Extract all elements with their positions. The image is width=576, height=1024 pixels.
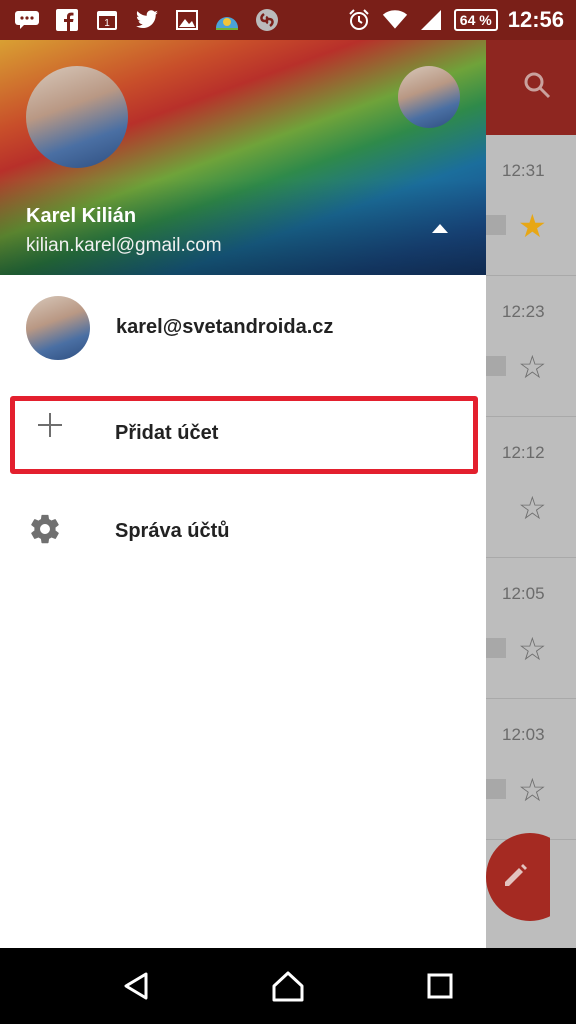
gear-icon: [28, 512, 62, 555]
email-time: 12:23: [502, 302, 545, 321]
account-email: karel@svetandroida.cz: [116, 316, 334, 338]
twitter-icon: [134, 8, 160, 32]
star-icon[interactable]: ☆: [518, 489, 547, 527]
plus-icon: [35, 411, 65, 441]
list-item[interactable]: 12:05 ☆: [486, 558, 576, 699]
status-bar-notifications: 1: [0, 8, 280, 32]
signal-icon: [418, 8, 444, 32]
email-time: 12:31: [502, 161, 545, 180]
inbox-app-bar: [486, 40, 576, 135]
status-bar-system: 64 % 12:56: [346, 7, 576, 33]
wifi-icon: [382, 8, 408, 32]
system-navigation-bar: [0, 948, 576, 1024]
calendar-icon: 1: [94, 8, 120, 32]
list-item[interactable]: 12:03 ☆: [486, 699, 576, 840]
account-item[interactable]: karel@svetandroida.cz: [0, 275, 486, 380]
collapse-accounts-icon[interactable]: [432, 224, 448, 233]
label-chip: [486, 356, 506, 376]
user-email: kilian.karel@gmail.com: [26, 235, 222, 256]
secondary-account-avatar[interactable]: [398, 66, 460, 128]
star-icon[interactable]: ☆: [518, 630, 547, 668]
email-time: 12:12: [502, 443, 545, 462]
gallery-icon: [174, 8, 200, 32]
status-bar: 1 64 % 12:56: [0, 0, 576, 40]
label-chip: [486, 638, 506, 658]
back-icon[interactable]: [106, 956, 166, 1016]
message-icon: [14, 8, 40, 32]
alarm-icon: [346, 8, 372, 32]
weather-icon: [214, 8, 240, 32]
home-icon[interactable]: [258, 956, 318, 1016]
list-item[interactable]: 12:31 ★: [486, 135, 576, 276]
add-account-button[interactable]: Přidat účet: [10, 396, 478, 474]
star-icon[interactable]: ★: [518, 207, 547, 245]
star-icon[interactable]: ☆: [518, 348, 547, 386]
email-time: 12:03: [502, 725, 545, 744]
shazam-icon: [254, 8, 280, 32]
search-icon[interactable]: [522, 70, 552, 105]
calendar-day: 1: [104, 18, 110, 29]
avatar[interactable]: [26, 66, 128, 168]
compose-button[interactable]: [486, 833, 550, 921]
recents-icon[interactable]: [410, 956, 470, 1016]
label-chip: [486, 215, 506, 235]
manage-accounts-button[interactable]: Správa účtů: [0, 494, 486, 572]
navigation-drawer: Karel Kilián kilian.karel@gmail.com kare…: [0, 40, 486, 948]
status-clock: 12:56: [507, 7, 564, 32]
star-icon[interactable]: ☆: [518, 771, 547, 809]
account-avatar: [26, 295, 90, 360]
email-time: 12:05: [502, 584, 545, 603]
battery-indicator: 64 %: [453, 9, 498, 31]
pencil-icon: [502, 861, 530, 897]
list-item[interactable]: 12:12 ☆: [486, 417, 576, 558]
manage-accounts-label: Správa účtů: [115, 520, 230, 542]
facebook-icon: [54, 8, 80, 32]
account-header: Karel Kilián kilian.karel@gmail.com: [0, 40, 486, 275]
user-name: Karel Kilián: [26, 205, 137, 227]
list-item[interactable]: 12:23 ☆: [486, 276, 576, 417]
inbox-background: 12:31 ★ 12:23 ☆ 12:12 ☆ 12:05 ☆ 12:03 ☆ …: [486, 40, 576, 948]
label-chip: [486, 779, 506, 799]
add-account-label: Přidat účet: [115, 422, 219, 444]
